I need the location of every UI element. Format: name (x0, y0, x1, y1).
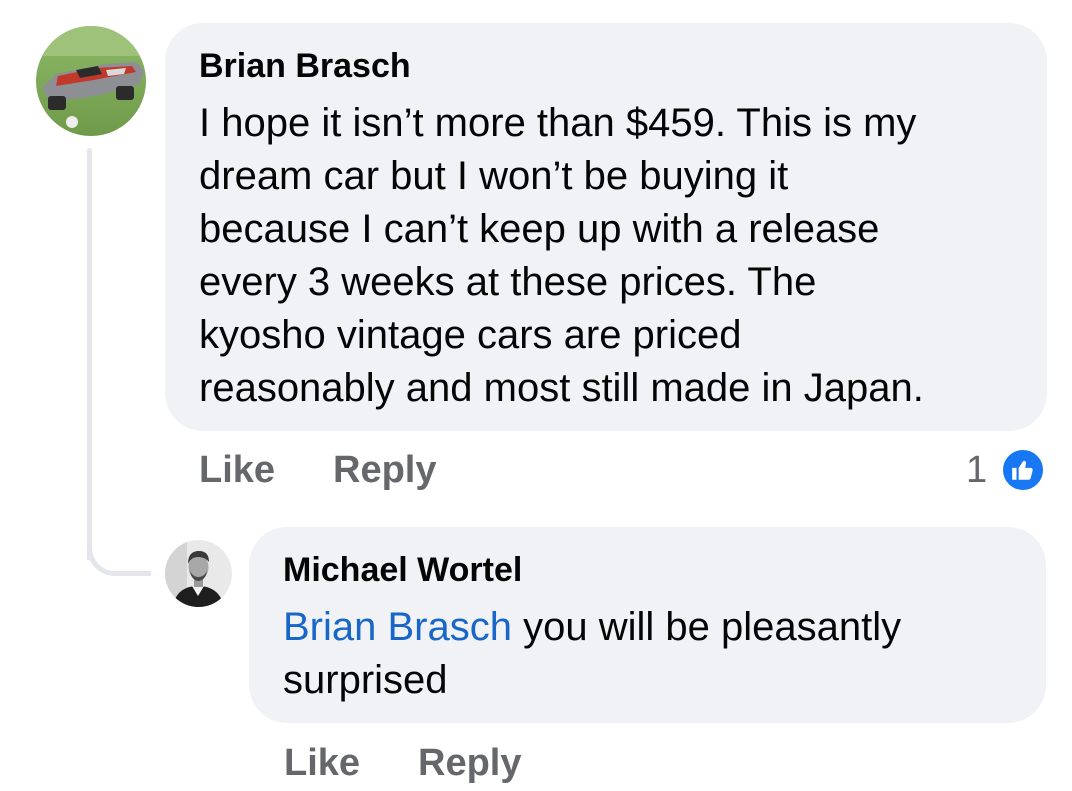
reply-text: Brian Brasch you will be pleasantly surp… (283, 601, 1023, 707)
comment-author[interactable]: Brian Brasch (199, 46, 411, 86)
reply-button[interactable]: Reply (333, 448, 436, 492)
comment-line: kyosho vintage cars are priced (199, 313, 742, 357)
thread-connector-curve (87, 524, 151, 576)
comment-line: dream car but I won’t be buying it (199, 154, 789, 198)
thread-connector-line (87, 148, 92, 560)
comment-text: I hope it isn’t more than $459. This is … (199, 97, 1029, 415)
reply-author[interactable]: Michael Wortel (283, 550, 522, 590)
comment-line: reasonably and most still made in Japan. (199, 366, 924, 410)
reply-reply-button[interactable]: Reply (418, 741, 521, 785)
thumbs-up-icon[interactable] (1000, 447, 1046, 493)
reaction-count[interactable]: 1 (966, 448, 987, 492)
reply-like-button[interactable]: Like (284, 741, 360, 785)
mention-link[interactable]: Brian Brasch (283, 605, 512, 649)
comment-line: because I can’t keep up with a release (199, 207, 880, 251)
comment-line: I hope it isn’t more than $459. This is … (199, 101, 917, 145)
like-button[interactable]: Like (199, 448, 275, 492)
commenter-avatar[interactable] (36, 26, 146, 136)
replier-avatar[interactable] (165, 540, 232, 607)
comment-line: every 3 weeks at these prices. The (199, 260, 817, 304)
